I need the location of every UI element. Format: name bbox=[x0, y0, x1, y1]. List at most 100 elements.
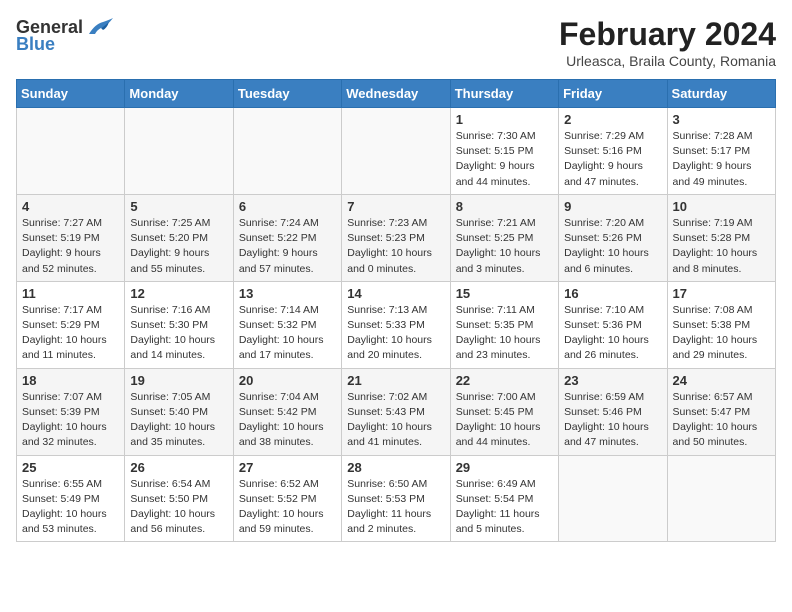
table-row: 4Sunrise: 7:27 AMSunset: 5:19 PMDaylight… bbox=[17, 194, 125, 281]
day-info-line: Sunset: 5:33 PM bbox=[347, 319, 425, 331]
page-subtitle: Urleasca, Braila County, Romania bbox=[559, 53, 776, 69]
day-info: Sunrise: 7:02 AMSunset: 5:43 PMDaylight:… bbox=[347, 390, 444, 451]
table-row bbox=[559, 455, 667, 542]
day-info: Sunrise: 7:14 AMSunset: 5:32 PMDaylight:… bbox=[239, 303, 336, 364]
day-number: 7 bbox=[347, 199, 444, 214]
day-info: Sunrise: 6:49 AMSunset: 5:54 PMDaylight:… bbox=[456, 477, 553, 538]
col-monday: Monday bbox=[125, 80, 233, 108]
day-number: 22 bbox=[456, 373, 553, 388]
day-info-line: Sunrise: 7:28 AM bbox=[673, 130, 753, 142]
day-info-line: Sunset: 5:22 PM bbox=[239, 232, 317, 244]
day-info-line: Sunset: 5:16 PM bbox=[564, 145, 642, 157]
calendar-week-row: 25Sunrise: 6:55 AMSunset: 5:49 PMDayligh… bbox=[17, 455, 776, 542]
logo: General Blue bbox=[16, 16, 115, 55]
day-info: Sunrise: 7:30 AMSunset: 5:15 PMDaylight:… bbox=[456, 129, 553, 190]
day-info-line: Sunrise: 6:59 AM bbox=[564, 391, 644, 403]
day-info-line: Sunrise: 7:29 AM bbox=[564, 130, 644, 142]
day-info-line: Sunrise: 6:50 AM bbox=[347, 478, 427, 490]
day-info-line: Sunrise: 7:17 AM bbox=[22, 304, 102, 316]
day-info-line: Sunset: 5:38 PM bbox=[673, 319, 751, 331]
day-info-line: Daylight: 10 hours and 26 minutes. bbox=[564, 334, 649, 361]
day-info-line: Daylight: 10 hours and 29 minutes. bbox=[673, 334, 758, 361]
day-info-line: Sunrise: 6:54 AM bbox=[130, 478, 210, 490]
table-row bbox=[233, 108, 341, 195]
day-info-line: Sunset: 5:25 PM bbox=[456, 232, 534, 244]
day-info-line: Sunset: 5:39 PM bbox=[22, 406, 100, 418]
col-wednesday: Wednesday bbox=[342, 80, 450, 108]
calendar-week-row: 4Sunrise: 7:27 AMSunset: 5:19 PMDaylight… bbox=[17, 194, 776, 281]
day-info-line: Daylight: 9 hours and 52 minutes. bbox=[22, 247, 101, 274]
day-info: Sunrise: 7:05 AMSunset: 5:40 PMDaylight:… bbox=[130, 390, 227, 451]
table-row: 17Sunrise: 7:08 AMSunset: 5:38 PMDayligh… bbox=[667, 281, 775, 368]
day-info-line: Sunset: 5:35 PM bbox=[456, 319, 534, 331]
day-info: Sunrise: 7:19 AMSunset: 5:28 PMDaylight:… bbox=[673, 216, 770, 277]
day-info-line: Daylight: 9 hours and 55 minutes. bbox=[130, 247, 209, 274]
day-info-line: Daylight: 10 hours and 50 minutes. bbox=[673, 421, 758, 448]
day-info-line: Sunset: 5:52 PM bbox=[239, 493, 317, 505]
day-info: Sunrise: 6:52 AMSunset: 5:52 PMDaylight:… bbox=[239, 477, 336, 538]
col-thursday: Thursday bbox=[450, 80, 558, 108]
day-info-line: Daylight: 10 hours and 8 minutes. bbox=[673, 247, 758, 274]
day-info-line: Daylight: 10 hours and 47 minutes. bbox=[564, 421, 649, 448]
table-row: 21Sunrise: 7:02 AMSunset: 5:43 PMDayligh… bbox=[342, 368, 450, 455]
day-info-line: Sunset: 5:26 PM bbox=[564, 232, 642, 244]
day-number: 19 bbox=[130, 373, 227, 388]
calendar-week-row: 11 Sunrise: 7:17 AM Sunset: 5:29 PM Dayligh… bbox=[17, 281, 776, 368]
table-row bbox=[125, 108, 233, 195]
day-info-line: Sunset: 5:45 PM bbox=[456, 406, 534, 418]
day-info-line: Sunset: 5:28 PM bbox=[673, 232, 751, 244]
col-friday: Friday bbox=[559, 80, 667, 108]
day-info-line: Sunrise: 7:00 AM bbox=[456, 391, 536, 403]
table-row: 8Sunrise: 7:21 AMSunset: 5:25 PMDaylight… bbox=[450, 194, 558, 281]
table-row: 2Sunrise: 7:29 AMSunset: 5:16 PMDaylight… bbox=[559, 108, 667, 195]
day-info-line: Sunrise: 7:04 AM bbox=[239, 391, 319, 403]
day-info: Sunrise: 7:13 AM Sunset: 5:33 PM Daylight:… bbox=[347, 303, 444, 364]
day-info-line: Sunrise: 7:27 AM bbox=[22, 217, 102, 229]
day-info-line: Daylight: 9 hours and 47 minutes. bbox=[564, 160, 643, 187]
day-info: Sunrise: 7:00 AMSunset: 5:45 PMDaylight:… bbox=[456, 390, 553, 451]
day-info-line: Daylight: 10 hours and 20 minutes. bbox=[347, 334, 432, 361]
day-number: 26 bbox=[130, 460, 227, 475]
day-number: 28 bbox=[347, 460, 444, 475]
day-number: 27 bbox=[239, 460, 336, 475]
day-number: 10 bbox=[673, 199, 770, 214]
day-info-line: Sunset: 5:29 PM bbox=[22, 319, 100, 331]
day-info-line: Sunrise: 7:14 AM bbox=[239, 304, 319, 316]
table-row: 15 Sunrise: 7:11 AM Sunset: 5:35 PM Dayligh… bbox=[450, 281, 558, 368]
day-info-line: Daylight: 10 hours and 23 minutes. bbox=[456, 334, 541, 361]
calendar-week-row: 18 Sunrise: 7:07 AMSunset: 5:39 PMDayligh… bbox=[17, 368, 776, 455]
day-info-line: Daylight: 10 hours and 38 minutes. bbox=[239, 421, 324, 448]
day-number: 4 bbox=[22, 199, 119, 214]
day-number: 11 bbox=[22, 286, 119, 301]
day-info-line: Daylight: 10 hours and 53 minutes. bbox=[22, 508, 107, 535]
table-row: 20Sunrise: 7:04 AMSunset: 5:42 PMDayligh… bbox=[233, 368, 341, 455]
day-info-line: Sunrise: 7:20 AM bbox=[564, 217, 644, 229]
day-info-line: Sunrise: 7:10 AM bbox=[564, 304, 644, 316]
day-info: Sunrise: 7:08 AMSunset: 5:38 PMDaylight:… bbox=[673, 303, 770, 364]
day-number: 20 bbox=[239, 373, 336, 388]
day-info-line: Daylight: 10 hours and 14 minutes. bbox=[130, 334, 215, 361]
table-row bbox=[17, 108, 125, 195]
day-info-line: Daylight: 10 hours and 56 minutes. bbox=[130, 508, 215, 535]
day-info-line: Sunrise: 7:13 AM bbox=[347, 304, 427, 316]
day-number: 25 bbox=[22, 460, 119, 475]
table-row: 19 Sunrise: 7:05 AMSunset: 5:40 PMDayligh… bbox=[125, 368, 233, 455]
day-info: Sunrise: 7:07 AMSunset: 5:39 PMDaylight:… bbox=[22, 390, 119, 451]
day-info: Sunrise: 7:10 AM Sunset: 5:36 PM Daylight:… bbox=[564, 303, 661, 364]
day-info-line: Sunset: 5:36 PM bbox=[564, 319, 642, 331]
day-info-line: Sunrise: 7:11 AM bbox=[456, 304, 535, 316]
table-row: 1Sunrise: 7:30 AMSunset: 5:15 PMDaylight… bbox=[450, 108, 558, 195]
table-row: 12Sunrise: 7:16 AMSunset: 5:30 PMDayligh… bbox=[125, 281, 233, 368]
day-info: Sunrise: 7:16 AMSunset: 5:30 PMDaylight:… bbox=[130, 303, 227, 364]
day-number: 8 bbox=[456, 199, 553, 214]
day-info-line: Sunrise: 6:49 AM bbox=[456, 478, 536, 490]
page-header: General Blue February 2024 Urleasca, Bra… bbox=[16, 16, 776, 69]
day-number: 15 bbox=[456, 286, 553, 301]
calendar-week-row: 1Sunrise: 7:30 AMSunset: 5:15 PMDaylight… bbox=[17, 108, 776, 195]
day-number: 18 bbox=[22, 373, 119, 388]
day-info: Sunrise: 7:25 AMSunset: 5:20 PMDaylight:… bbox=[130, 216, 227, 277]
logo-blue-text: Blue bbox=[16, 34, 55, 55]
day-info-line: Sunrise: 7:30 AM bbox=[456, 130, 536, 142]
logo-bird-icon bbox=[87, 16, 115, 38]
title-area: February 2024 Urleasca, Braila County, R… bbox=[559, 16, 776, 69]
